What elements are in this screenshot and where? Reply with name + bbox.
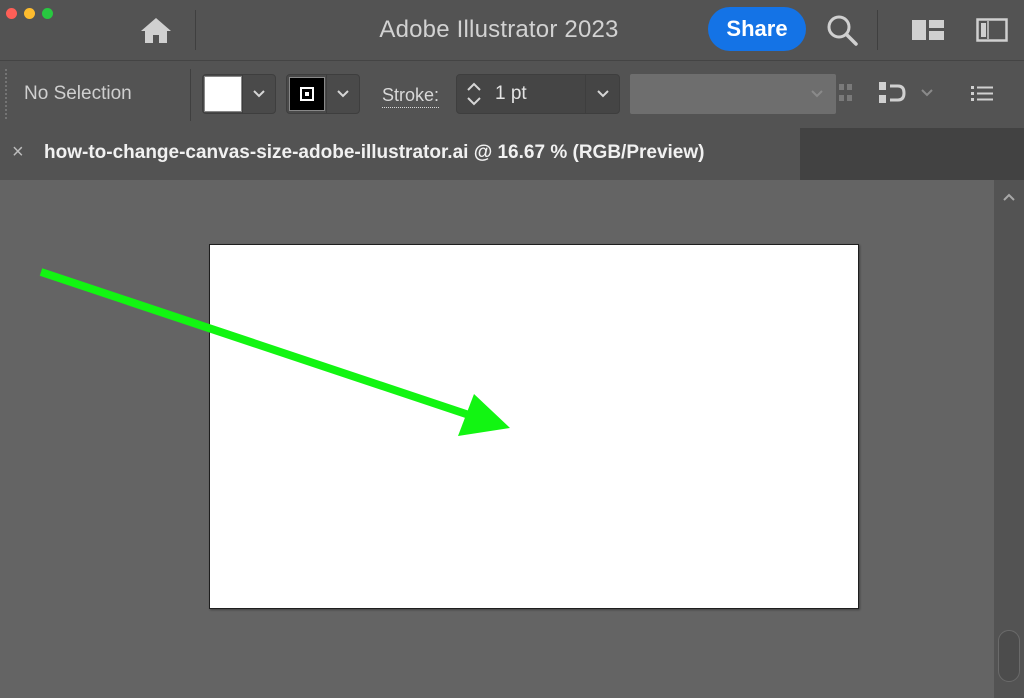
align-icon <box>879 82 906 103</box>
chevron-down-icon <box>337 90 349 98</box>
annotation-arrow <box>39 268 510 436</box>
share-button[interactable]: Share <box>708 7 806 51</box>
distribute-icon <box>839 84 852 101</box>
minimize-window-button[interactable] <box>24 8 35 19</box>
search-button[interactable] <box>822 10 862 50</box>
search-icon <box>827 15 858 46</box>
chevron-down-icon <box>921 89 933 97</box>
control-menu-button[interactable] <box>966 79 998 107</box>
control-bar-grip[interactable] <box>4 68 9 120</box>
title-divider-right <box>877 10 878 50</box>
document-tab[interactable]: × how-to-change-canvas-size-adobe-illust… <box>0 128 800 180</box>
align-button[interactable] <box>874 77 910 109</box>
document-tab-title[interactable]: how-to-change-canvas-size-adobe-illustra… <box>44 142 704 164</box>
scroll-up-button[interactable] <box>994 184 1024 210</box>
panel-toggle-icon <box>976 18 1008 42</box>
home-button[interactable] <box>136 12 176 48</box>
stroke-weight-value[interactable]: 1 pt <box>495 83 527 105</box>
chevron-down-icon <box>253 90 265 98</box>
stroke-swatch-icon <box>299 87 314 101</box>
fill-color-control[interactable] <box>202 74 276 114</box>
chevron-down-icon <box>597 90 609 98</box>
close-tab-button[interactable]: × <box>12 141 24 164</box>
fill-swatch[interactable] <box>203 76 242 112</box>
stroke-weight-field[interactable]: 1 pt <box>456 74 620 114</box>
control-divider <box>190 69 191 121</box>
title-bar: Adobe Illustrator 2023 Share <box>0 0 1024 60</box>
stroke-weight-dropdown[interactable] <box>585 75 620 113</box>
chevron-down-icon <box>811 90 823 98</box>
stroke-weight-stepper[interactable] <box>463 79 485 109</box>
stepper-arrows-icon <box>467 82 481 106</box>
home-icon <box>141 18 171 43</box>
selection-status: No Selection <box>24 83 132 104</box>
distribute-button <box>836 79 856 107</box>
fill-dropdown-button[interactable] <box>242 75 275 113</box>
align-dropdown[interactable] <box>916 83 938 103</box>
close-window-button[interactable] <box>6 8 17 19</box>
stroke-label[interactable]: Stroke: <box>382 85 440 108</box>
panel-toggle-button[interactable] <box>972 14 1012 46</box>
stroke-color-control[interactable] <box>286 74 360 114</box>
variable-width-profile-field <box>630 74 836 114</box>
stroke-swatch[interactable] <box>288 77 325 111</box>
stroke-dropdown-button[interactable] <box>326 75 359 113</box>
zoom-window-button[interactable] <box>42 8 53 19</box>
list-menu-icon <box>971 86 993 101</box>
document-tab-bar: × how-to-change-canvas-size-adobe-illust… <box>0 128 1024 180</box>
workspace-switcher-button[interactable] <box>908 14 948 46</box>
vertical-scrollbar[interactable] <box>994 180 1024 698</box>
canvas-area[interactable] <box>0 180 994 698</box>
chevron-up-icon <box>1003 193 1015 201</box>
scroll-thumb[interactable] <box>998 630 1020 682</box>
workspace-switcher-icon <box>912 20 944 40</box>
control-bar: No Selection Stroke: 1 pt <box>0 60 1024 128</box>
title-divider <box>195 10 196 50</box>
